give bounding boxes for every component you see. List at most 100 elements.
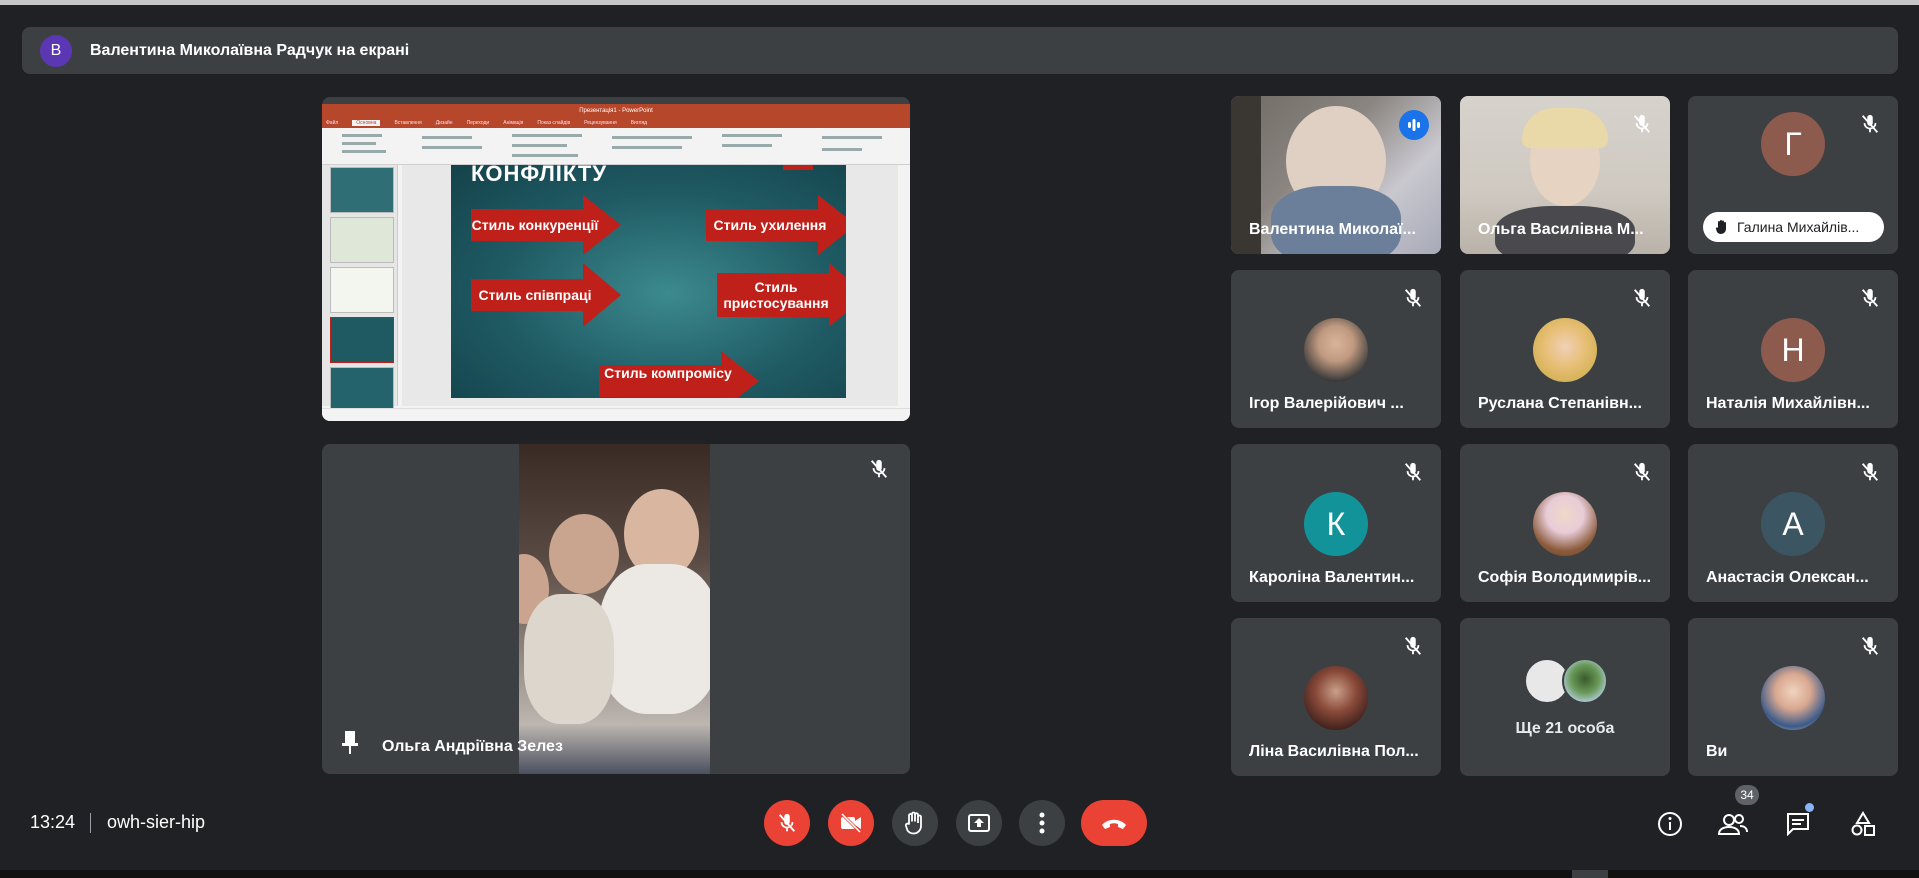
participant-tile[interactable]: Н Наталія Михайлівн... — [1688, 270, 1898, 428]
slide-thumbnail — [330, 367, 394, 413]
participant-tile[interactable]: А Анастасія Олексан... — [1688, 444, 1898, 602]
participant-name: Ігор Валерійович ... — [1249, 395, 1404, 412]
mic-off-icon — [778, 813, 796, 832]
more-options-button[interactable] — [1019, 800, 1065, 846]
pin-icon[interactable] — [338, 729, 362, 760]
mic-off-icon — [1399, 458, 1427, 486]
participant-tile[interactable]: Ігор Валерійович ... — [1231, 270, 1441, 428]
ppt-tab: Вигляд — [630, 120, 648, 126]
presenter-avatar: В — [40, 34, 72, 67]
slide-thumbnail — [330, 167, 394, 213]
presentation-tile[interactable]: Презентація1 - PowerPoint Файл Основна В… — [322, 97, 910, 421]
participant-tile[interactable]: Ольга Василівна М... — [1460, 96, 1670, 254]
taskbar-edge — [0, 870, 1919, 878]
ppt-tab: Дизайн — [435, 120, 453, 126]
mic-off-icon — [1399, 284, 1427, 312]
powerpoint-window: Презентація1 - PowerPoint Файл Основна В… — [322, 104, 910, 421]
participant-name: Валентина Миколаї... — [1249, 221, 1416, 238]
participants-button[interactable] — [1713, 804, 1753, 844]
more-participants-label: Ще 21 особа — [1515, 720, 1615, 737]
leave-call-button[interactable] — [1081, 800, 1147, 846]
participant-avatar: Г — [1761, 112, 1825, 176]
mic-off-icon — [1628, 284, 1656, 312]
more-participants-tile[interactable]: Ще 21 особа — [1460, 618, 1670, 776]
video-sweater — [599, 564, 710, 714]
participant-tile[interactable]: Ліна Василівна Пол... — [1231, 618, 1441, 776]
pinned-participant-tile[interactable]: Ольга Андріївна Зелез — [322, 444, 910, 774]
participant-name: Софія Володимирів... — [1478, 569, 1652, 586]
participant-tile[interactable]: Руслана Степанівн... — [1460, 270, 1670, 428]
slide: КОНФЛІКТУ Стиль конкуренції Стиль ухилен… — [451, 165, 846, 398]
participant-name: Анастасія Олексан... — [1706, 569, 1869, 586]
camera-toggle-button[interactable] — [828, 800, 874, 846]
camera-off-icon — [840, 812, 862, 834]
people-icon — [1718, 814, 1748, 835]
chat-icon — [1787, 813, 1809, 836]
participant-avatar: А — [1761, 492, 1825, 556]
participant-tile[interactable]: Софія Володимирів... — [1460, 444, 1670, 602]
chat-notification-dot — [1805, 803, 1814, 812]
slide-thumbnail — [330, 217, 394, 263]
hang-up-icon — [1102, 819, 1126, 829]
info-icon — [1658, 812, 1682, 836]
raise-hand-button[interactable] — [892, 800, 938, 846]
slide-thumbnails — [322, 165, 398, 413]
ppt-ribbon — [322, 128, 910, 165]
slide-canvas: КОНФЛІКТУ Стиль конкуренції Стиль ухилен… — [402, 165, 898, 406]
participant-name: Кароліна Валентин... — [1249, 569, 1415, 586]
participant-name: Ви — [1706, 743, 1728, 760]
ppt-tab: Анімація — [503, 120, 524, 126]
participant-avatar: К — [1304, 492, 1368, 556]
mic-off-icon — [1628, 458, 1656, 486]
present-screen-icon — [968, 814, 990, 832]
ppt-tab: Рецензування — [584, 120, 617, 126]
video-face — [549, 514, 619, 594]
participant-avatar — [1533, 492, 1597, 556]
presenter-banner-text: Валентина Миколаївна Радчук на екрані — [90, 41, 410, 59]
presenter-banner: В Валентина Миколаївна Радчук на екрані — [22, 27, 1898, 74]
self-tile[interactable]: Ви — [1688, 618, 1898, 776]
mic-off-icon — [1628, 110, 1656, 138]
divider — [90, 813, 91, 833]
ppt-tab: Основна — [352, 120, 381, 126]
mic-off-icon — [1399, 632, 1427, 660]
ppt-ribbon-tabs: Файл Основна Вставлення Дизайн Переходи … — [322, 118, 910, 128]
raise-hand-icon — [904, 811, 922, 835]
meeting-time: 13:24 — [30, 812, 76, 832]
participant-avatar — [1304, 666, 1368, 730]
participant-name: Ольга Василівна М... — [1478, 221, 1644, 238]
browser-top-edge — [0, 0, 1919, 5]
ppt-tab: Вставлення — [394, 120, 422, 126]
participant-avatar: Н — [1761, 318, 1825, 382]
mic-off-icon — [868, 458, 896, 486]
present-screen-button[interactable] — [956, 800, 1002, 846]
slide-thumbnail — [330, 267, 394, 313]
raised-hand-icon — [1715, 220, 1726, 234]
video-sweater — [524, 594, 614, 724]
participant-tile[interactable]: Г Галина Михайлів... — [1688, 96, 1898, 254]
ppt-status-bar — [322, 408, 910, 421]
slide-thumbnail-active — [330, 317, 394, 363]
participant-avatar — [1533, 318, 1597, 382]
participant-tile[interactable]: Валентина Миколаї... — [1231, 96, 1441, 254]
activities-icon — [1851, 811, 1875, 836]
mic-off-icon — [1856, 632, 1884, 660]
ppt-tab: Показ слайдів — [537, 120, 571, 126]
participant-avatar — [1761, 666, 1825, 730]
ppt-tab: Файл — [326, 120, 339, 126]
slide-decoration — [783, 165, 813, 170]
participant-name: Галина Михайлів... — [1737, 219, 1860, 235]
slide-title: КОНФЛІКТУ — [471, 165, 608, 186]
microphone-toggle-button[interactable] — [764, 800, 810, 846]
activities-button[interactable] — [1843, 804, 1883, 844]
meeting-code: owh-sier-hip — [107, 812, 206, 832]
mic-off-icon — [1856, 458, 1884, 486]
participant-tile[interactable]: К Кароліна Валентин... — [1231, 444, 1441, 602]
participant-video — [519, 444, 710, 774]
mic-off-icon — [1856, 110, 1884, 138]
participant-avatar — [1304, 318, 1368, 382]
meeting-info-button[interactable] — [1650, 804, 1690, 844]
raised-hand-pill: Галина Михайлів... — [1703, 212, 1884, 242]
participant-avatar — [1562, 658, 1608, 704]
participant-name: Наталія Михайлівн... — [1706, 395, 1870, 412]
